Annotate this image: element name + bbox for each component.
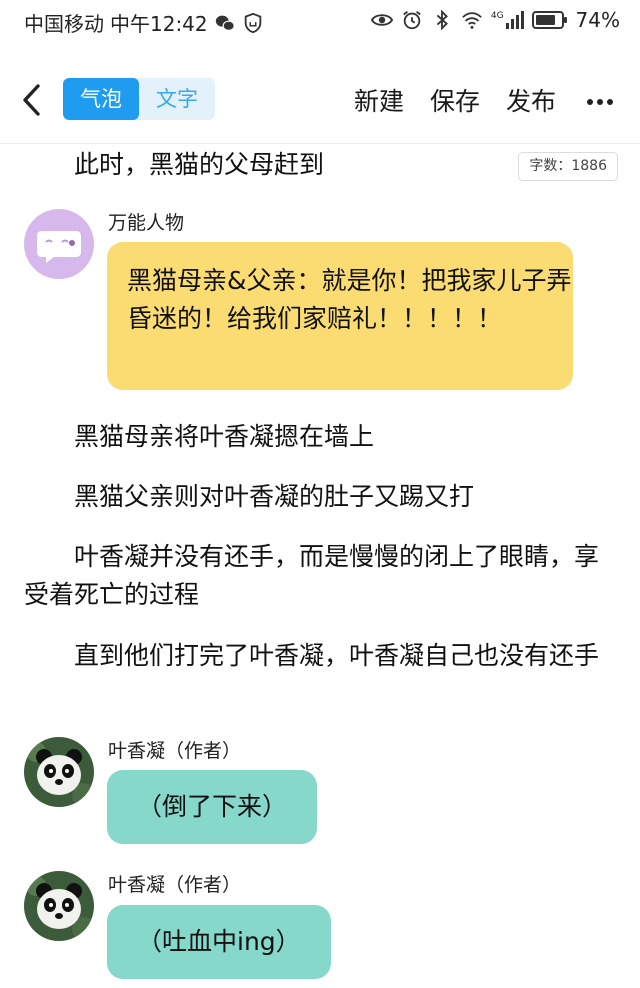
battery-percent: 74% bbox=[575, 8, 620, 32]
panda-avatar-icon bbox=[24, 737, 94, 807]
eye-icon bbox=[370, 14, 393, 26]
signal-icon: 4G bbox=[491, 11, 524, 29]
toolbar-divider bbox=[0, 143, 640, 144]
speaker-name: 叶香凝（作者） bbox=[108, 874, 242, 896]
paragraph[interactable]: 叶香凝并没有还手，而是慢慢的闭上了眼睛，享受着死亡的过程 bbox=[24, 538, 616, 614]
avatar[interactable] bbox=[24, 871, 94, 941]
clock: 中午12:42 bbox=[110, 12, 208, 36]
shield-icon bbox=[244, 12, 261, 33]
carrier-label: 中国移动 bbox=[24, 12, 104, 36]
status-left: 中国移动 中午12:42 bbox=[24, 8, 264, 37]
save-button[interactable]: 保存 bbox=[430, 82, 480, 118]
paragraph[interactable]: 黑猫母亲将叶香凝摁在墙上 bbox=[24, 418, 616, 456]
speaker-name: 叶香凝（作者） bbox=[108, 740, 242, 762]
paragraph[interactable]: 黑猫父亲则对叶香凝的肚子又踢又打 bbox=[24, 478, 616, 516]
panda-avatar-icon bbox=[24, 871, 94, 941]
back-arrow-icon[interactable] bbox=[18, 82, 48, 118]
wechat-icon bbox=[215, 15, 235, 31]
wifi-icon bbox=[462, 12, 482, 29]
mode-switch: 气泡 文字 bbox=[63, 78, 215, 120]
avatar[interactable] bbox=[24, 209, 94, 279]
network-type: 4G bbox=[490, 11, 504, 21]
toolbar-actions: 新建 保存 发布 bbox=[354, 82, 556, 118]
speaker-name: 万能人物 bbox=[108, 212, 185, 234]
status-bar: 中国移动 中午12:42 4G 74% bbox=[0, 0, 640, 44]
avatar[interactable] bbox=[24, 737, 94, 807]
bluetooth-icon bbox=[436, 9, 448, 31]
publish-button[interactable]: 发布 bbox=[506, 82, 556, 118]
more-icon[interactable] bbox=[586, 98, 614, 106]
editor-toolbar: 气泡 文字 新建 保存 发布 bbox=[0, 70, 640, 132]
word-count-badge: 字数：1886 bbox=[518, 152, 618, 181]
dialogue-bubble[interactable]: （吐血中ing） bbox=[107, 905, 331, 979]
dialogue-bubble[interactable]: 黑猫母亲&父亲：就是你！把我家儿子弄昏迷的！给我们家赔礼！！！！！ bbox=[107, 242, 573, 390]
chat-bubble-icon bbox=[37, 231, 81, 263]
alarm-icon bbox=[403, 11, 421, 30]
tab-text[interactable]: 文字 bbox=[139, 78, 215, 120]
dialogue-bubble[interactable]: （倒了下来） bbox=[107, 770, 318, 844]
tab-bubble[interactable]: 气泡 bbox=[63, 78, 139, 120]
battery-icon bbox=[531, 11, 567, 29]
new-button[interactable]: 新建 bbox=[354, 82, 404, 118]
paragraph[interactable]: 直到他们打完了叶香凝，叶香凝自己也没有还手 bbox=[24, 637, 616, 675]
status-right: 4G 74% bbox=[370, 8, 620, 32]
